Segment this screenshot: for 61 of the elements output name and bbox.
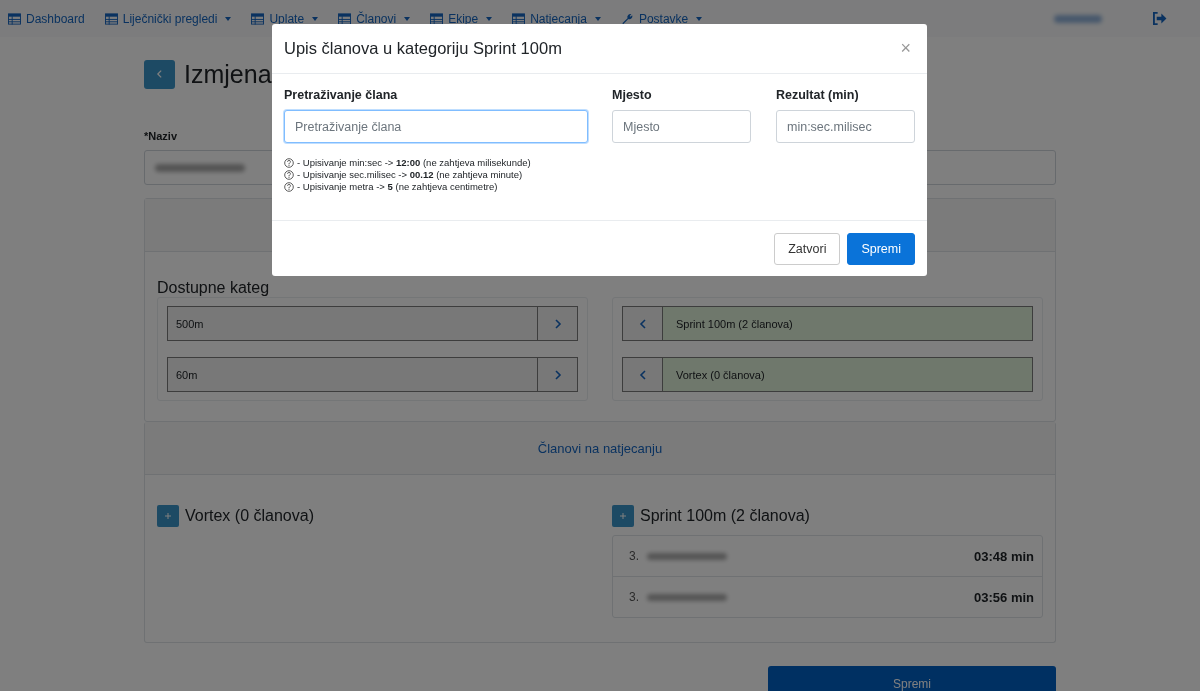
caret-icon — [696, 16, 703, 21]
members-tab[interactable]: Članovi na natjecanju — [537, 440, 663, 456]
page-title: Izmjena — [184, 59, 272, 89]
nav-link[interactable]: Postavke — [620, 11, 703, 26]
hint-text: - Upisivanje metra -> 5 (ne zahtjeva centimetre) — [297, 181, 498, 192]
help-icon — [284, 181, 294, 192]
chevron-left-icon — [638, 368, 647, 381]
plus-icon — [164, 512, 172, 520]
hint-text: - Upisivanje sec.milisec -> 00.12 (ne zahtjeva minute) — [297, 169, 523, 180]
chevron-left-icon — [638, 317, 647, 330]
add-member-button[interactable] — [612, 505, 634, 527]
input-field[interactable]: Pretraživanje člana — [284, 110, 588, 143]
remove-category-button[interactable] — [623, 307, 663, 340]
help-icon — [284, 157, 294, 168]
result-time: 03:56 min — [974, 589, 1034, 605]
caret-icon — [594, 16, 601, 21]
help-icon — [284, 169, 294, 180]
category-label: 500m — [175, 317, 205, 330]
logout-icon[interactable] — [1152, 12, 1167, 25]
save-button[interactable]: Spremi — [847, 232, 915, 265]
place-number: 3. — [629, 590, 639, 604]
category-label: Vortex (0 članova) — [675, 368, 766, 381]
nav-link[interactable]: Liječnički pregledi — [104, 11, 232, 26]
caret-icon — [312, 16, 319, 21]
table-icon — [512, 12, 526, 25]
result-time: 03:48 min — [974, 548, 1034, 564]
caret-icon — [404, 16, 411, 21]
close-button[interactable]: Zatvori — [774, 232, 841, 265]
hint-text: - Upisivanje min:sec -> 12:00 (ne zahtjeva milisekunde) — [297, 157, 531, 168]
add-member-button[interactable] — [157, 505, 179, 527]
field-label: Pretraživanje člana — [284, 88, 399, 102]
chevron-left-icon — [156, 69, 163, 79]
input-field[interactable]: min:sec.milisec — [776, 110, 915, 143]
wrench-icon — [620, 12, 634, 25]
place-number: 3. — [629, 549, 639, 563]
table-icon — [251, 12, 265, 25]
group-title: Sprint 100m (2 članova) — [640, 507, 810, 525]
field-label: Mjesto — [612, 88, 653, 102]
table-icon — [104, 12, 118, 25]
plus-icon — [619, 512, 627, 520]
input-field[interactable]: Mjesto — [612, 110, 751, 143]
group-title: Vortex (0 članova) — [185, 507, 314, 525]
table-icon — [8, 12, 21, 25]
section-heading: Dostupne kateg — [157, 280, 270, 295]
category-label: 60m — [175, 368, 199, 381]
caret-icon — [225, 16, 232, 21]
back-button[interactable] — [144, 59, 175, 89]
caret-icon — [486, 16, 493, 21]
table-icon — [430, 12, 444, 25]
blurred-text — [1054, 14, 1102, 23]
save-button[interactable]: Spremi — [768, 666, 1056, 691]
field-label: *Naziv — [144, 130, 178, 142]
chevron-right-icon — [553, 317, 562, 330]
field-label: Rezultat (min) — [776, 88, 860, 102]
nav-link[interactable]: Dashboard — [8, 11, 85, 26]
remove-category-button[interactable] — [623, 358, 663, 391]
chevron-right-icon — [553, 368, 562, 381]
modal-title: Upis članova u kategoriju Sprint 100m — [284, 39, 562, 58]
table-icon — [338, 12, 352, 25]
category-label: Sprint 100m (2 članova) — [675, 317, 794, 330]
close-button[interactable]: × — [896, 38, 915, 59]
